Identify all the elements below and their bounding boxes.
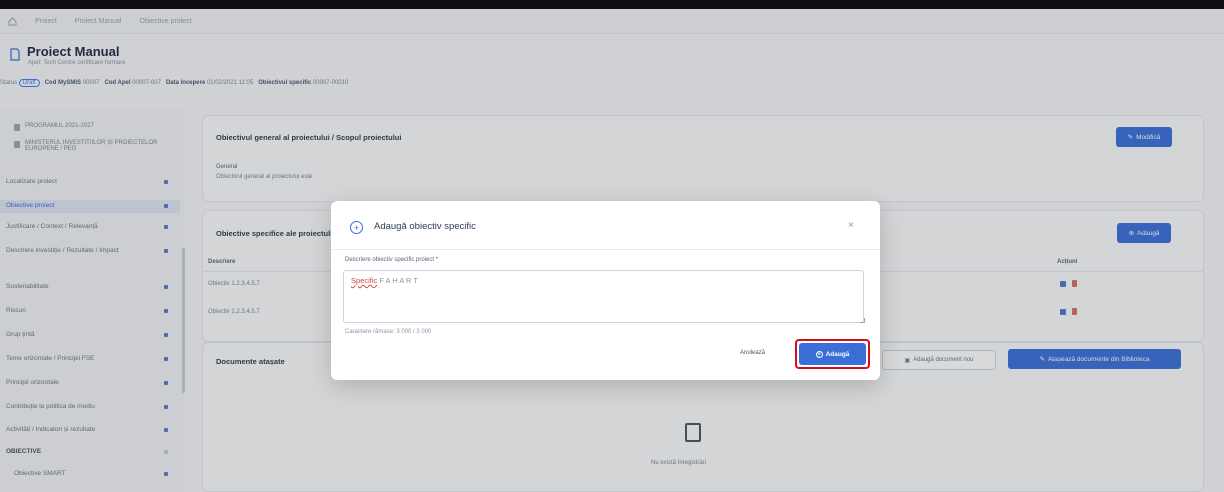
cancel-button[interactable]: Anulează [740,350,765,356]
plus-circle-icon: + [350,221,363,234]
add-objective-modal: + Adaugă obiectiv specific × Descriere o… [331,201,880,380]
modal-divider [331,249,880,250]
misspelled-word: Specific [351,276,378,285]
close-icon[interactable]: × [848,220,854,231]
field-label: Descriere obiectiv specific proiect * [345,257,439,263]
plus-icon: + [815,350,823,358]
add-button-label: Adaugă [825,350,850,358]
char-counter: Caractere rămase: 3 000 / 3 000 [345,329,432,335]
resize-handle[interactable] [860,318,865,323]
objective-description-input[interactable]: Specific F A H A R T [343,270,864,323]
add-button[interactable]: + Adaugă [799,343,866,365]
modal-title: Adaugă obiectiv specific [374,221,476,232]
textarea-text: F A H A R T [377,276,418,285]
